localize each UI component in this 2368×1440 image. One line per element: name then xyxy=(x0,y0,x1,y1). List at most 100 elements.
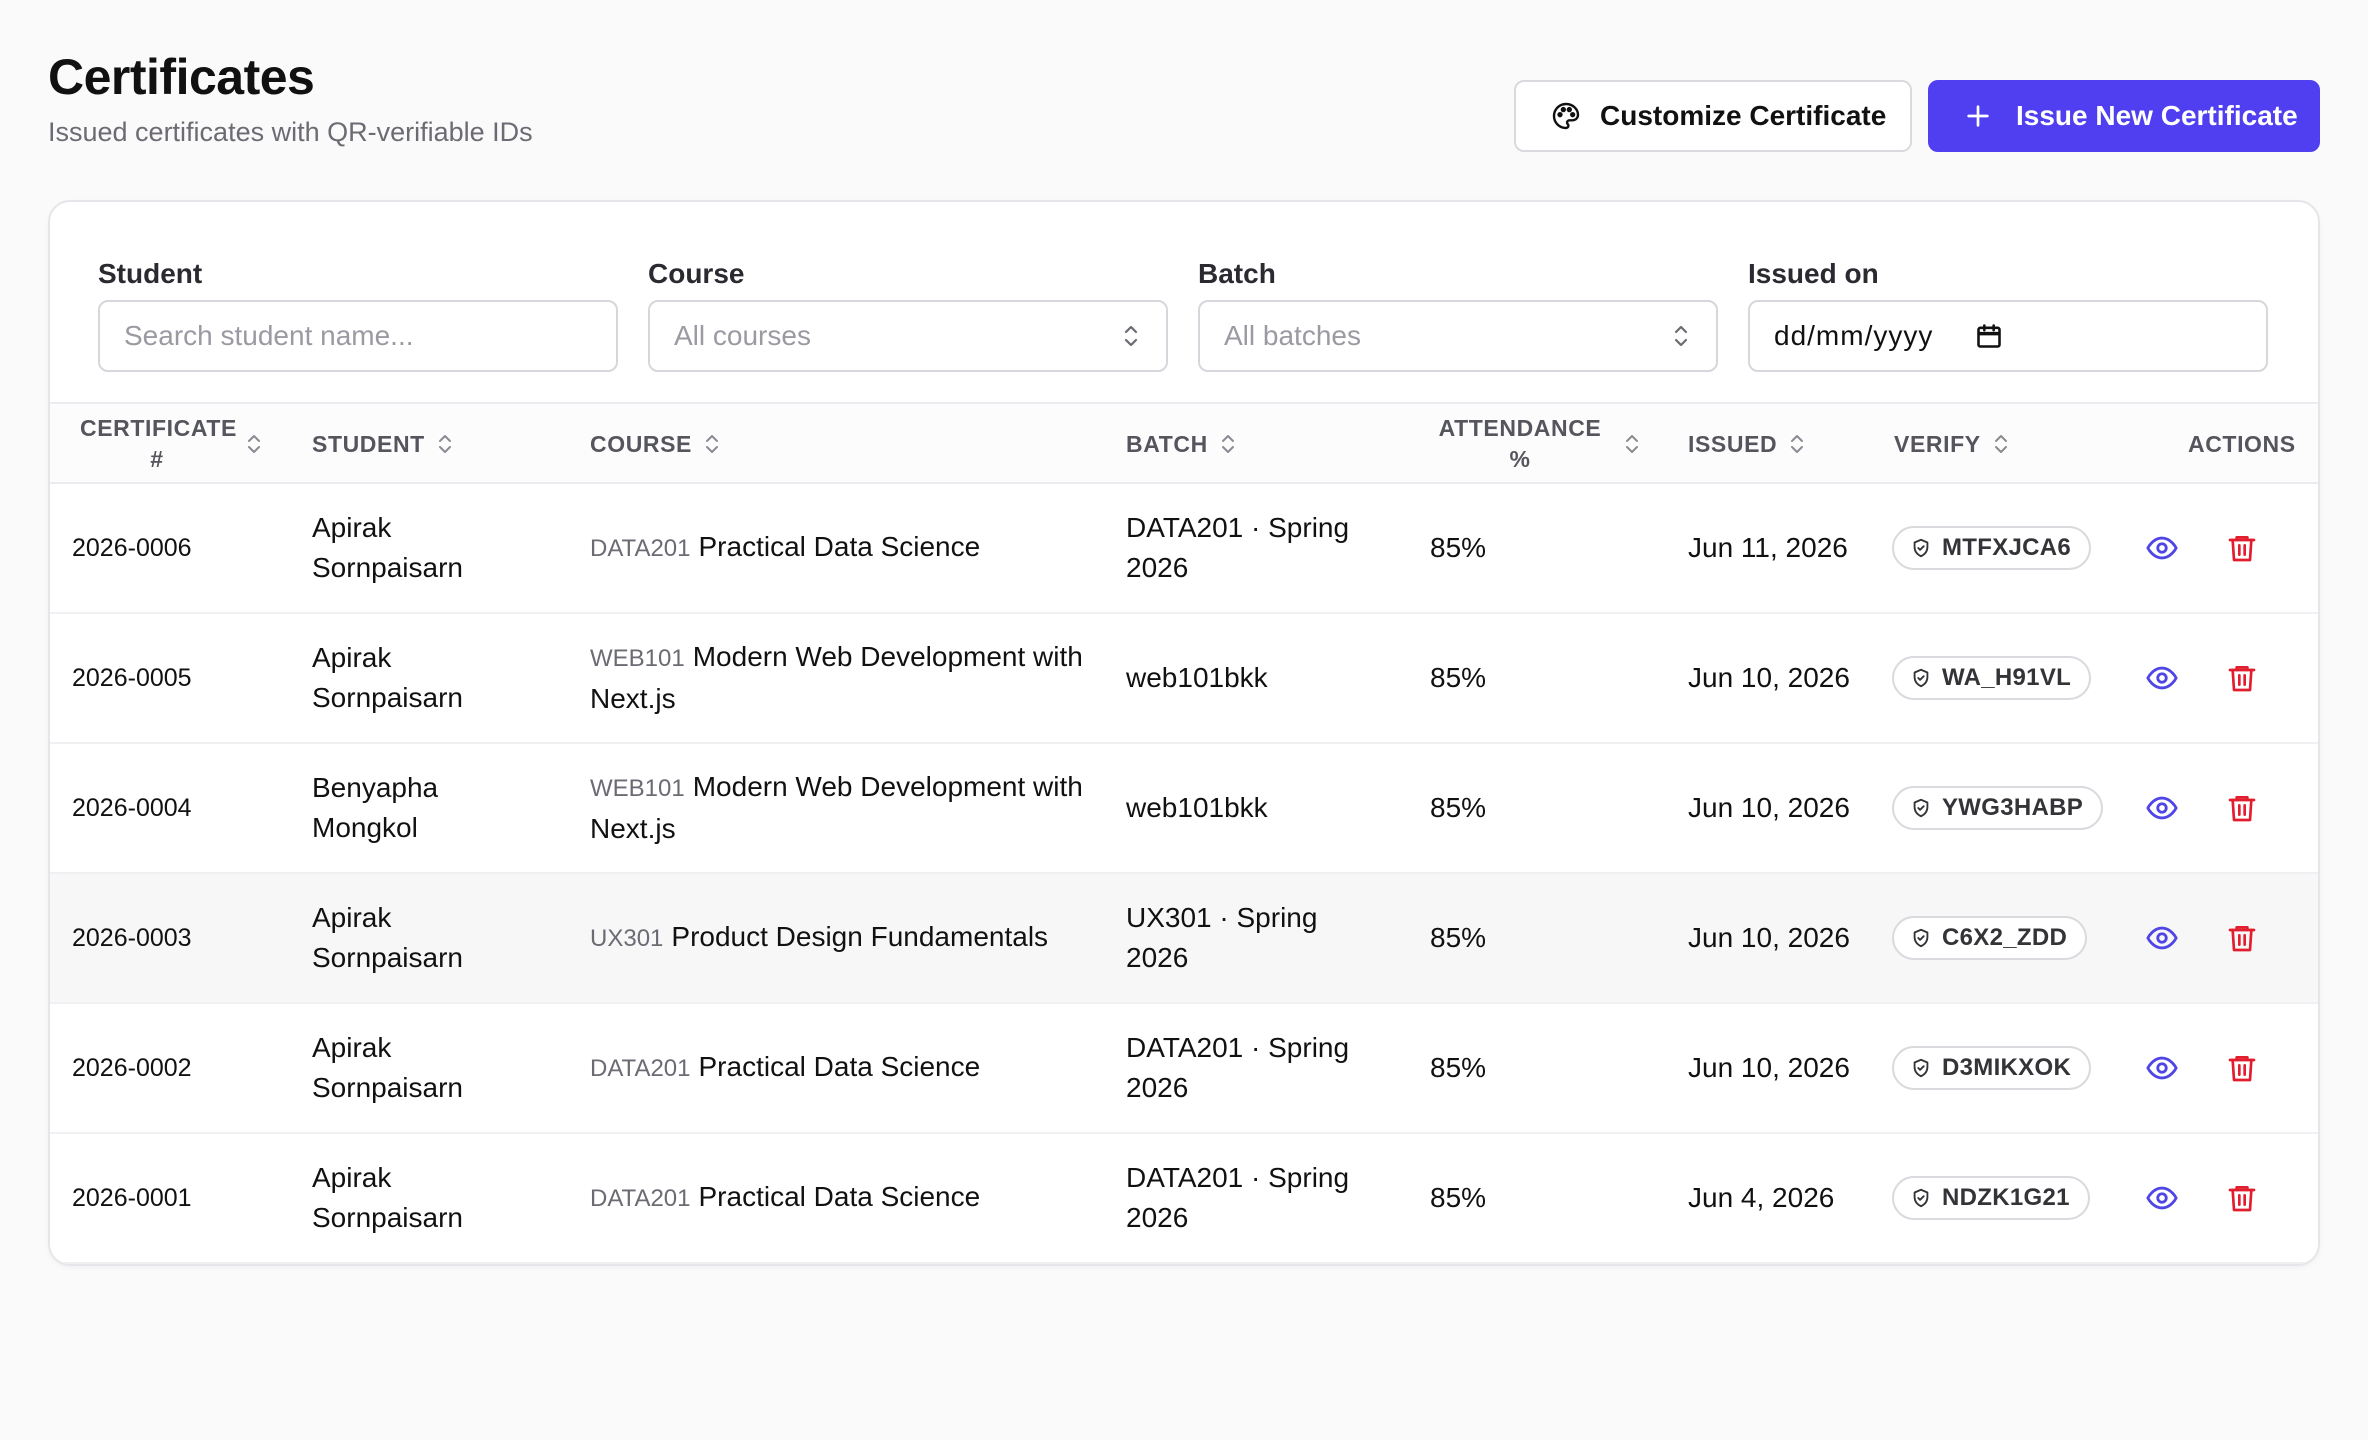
eye-icon[interactable] xyxy=(2144,530,2180,566)
trash-icon[interactable] xyxy=(2224,790,2260,826)
student-name: Apirak Sornpaisarn xyxy=(312,1162,463,1233)
issued-on-filter: Issued on dd/mm/yyyy xyxy=(1748,256,2268,372)
sort-icon xyxy=(1787,431,1807,457)
column-header-actions: ACTIONS xyxy=(2188,430,2296,457)
issued-date: Jun 10, 2026 xyxy=(1688,1052,1850,1083)
calendar-icon[interactable] xyxy=(1975,322,2003,350)
column-header-verify[interactable]: VERIFY xyxy=(1894,404,2011,484)
course-code: UX301 xyxy=(590,925,664,952)
verify-cell: C6X2_ZDD xyxy=(1892,874,2152,1002)
verify-cell: YWG3HABP xyxy=(1892,744,2152,872)
table-row: 2026-0002 Apirak Sornpaisarn DATA201 Practi… xyxy=(50,1004,2318,1134)
issued-on-date-field[interactable]: dd/mm/yyyy xyxy=(1748,300,2268,372)
shield-check-icon xyxy=(1910,667,1932,689)
sort-icon xyxy=(1218,431,1238,457)
verify-cell: MTFXJCA6 xyxy=(1892,484,2152,612)
verify-code: NDZK1G21 xyxy=(1942,1184,2070,1211)
course-code: DATA201 xyxy=(590,1055,691,1082)
customize-certificate-button[interactable]: Customize Certificate xyxy=(1514,80,1912,152)
course-name: Practical Data Science xyxy=(698,1051,981,1082)
shield-check-icon xyxy=(1910,927,1932,949)
column-header-student[interactable]: STUDENT xyxy=(312,404,455,484)
course-select[interactable]: All courses xyxy=(648,300,1168,372)
course-name: Practical Data Science xyxy=(698,1181,981,1212)
column-header-batch[interactable]: BATCH xyxy=(1126,404,1238,484)
certificate-number: 2026-0002 xyxy=(72,1054,192,1082)
issued-on-filter-label: Issued on xyxy=(1748,258,1879,289)
eye-icon[interactable] xyxy=(2144,790,2180,826)
table-header: CERTIFICATE # STUDENT COURSE BATCH ATTEN… xyxy=(50,402,2318,484)
verify-code: C6X2_ZDD xyxy=(1942,924,2068,951)
sort-icon xyxy=(244,431,264,457)
page-subtitle: Issued certificates with QR-verifiable I… xyxy=(48,117,533,147)
verify-badge[interactable]: C6X2_ZDD xyxy=(1892,916,2088,960)
eye-icon[interactable] xyxy=(2144,920,2180,956)
course-code: DATA201 xyxy=(590,535,691,562)
issued-date: Jun 11, 2026 xyxy=(1688,532,1848,563)
page-title: Certificates xyxy=(48,49,315,105)
verify-badge[interactable]: WA_H91VL xyxy=(1892,656,2092,700)
shield-check-icon xyxy=(1910,537,1932,559)
student-filter-label: Student xyxy=(98,258,203,289)
certificate-number: 2026-0004 xyxy=(72,794,192,822)
course-cell: DATA201 Practical Data Science xyxy=(590,1004,1090,1132)
column-header-course[interactable]: COURSE xyxy=(590,404,722,484)
column-header-issued[interactable]: ISSUED xyxy=(1688,404,1807,484)
course-select-value: All courses xyxy=(674,320,811,351)
verify-badge[interactable]: YWG3HABP xyxy=(1892,786,2104,830)
course-cell: WEB101 Modern Web Development with Next.j… xyxy=(590,614,1090,742)
table-row: 2026-0005 Apirak Sornpaisarn WEB101 Modern … xyxy=(50,614,2318,744)
batch-name: DATA201 · Spring 2026 xyxy=(1126,512,1350,583)
batch-select[interactable]: All batches xyxy=(1198,300,1718,372)
student-search-input[interactable] xyxy=(124,320,592,352)
sort-icon xyxy=(702,431,722,457)
trash-icon[interactable] xyxy=(2224,920,2260,956)
customize-certificate-label: Customize Certificate xyxy=(1600,100,1887,131)
verify-cell: WA_H91VL xyxy=(1892,614,2152,742)
certificate-number: 2026-0005 xyxy=(72,664,192,692)
issue-new-certificate-button[interactable]: Issue New Certificate xyxy=(1928,80,2320,152)
student-name: Apirak Sornpaisarn xyxy=(312,1032,463,1103)
column-header-attendance[interactable]: ATTENDANCE % xyxy=(1428,404,1642,484)
issued-date: Jun 10, 2026 xyxy=(1688,922,1850,953)
issued-date: Jun 4, 2026 xyxy=(1688,1182,1835,1213)
certificates-page: Certificates Issued certificates with QR… xyxy=(0,0,2368,1440)
verify-code: WA_H91VL xyxy=(1942,664,2072,691)
student-name: Benyapha Mongkol xyxy=(312,772,439,843)
student-search-field xyxy=(98,300,618,372)
course-name: Product Design Fundamentals xyxy=(671,921,1049,952)
certificate-number: 2026-0006 xyxy=(72,534,192,562)
eye-icon[interactable] xyxy=(2144,1050,2180,1086)
student-name: Apirak Sornpaisarn xyxy=(312,512,463,583)
shield-check-icon xyxy=(1910,1057,1932,1079)
trash-icon[interactable] xyxy=(2224,530,2260,566)
attendance-value: 85% xyxy=(1430,792,1487,823)
verify-badge[interactable]: NDZK1G21 xyxy=(1892,1176,2090,1220)
table-row: 2026-0001 Apirak Sornpaisarn DATA201 Practi… xyxy=(50,1134,2318,1264)
course-code: WEB101 xyxy=(590,645,685,672)
batch-select-value: All batches xyxy=(1224,320,1361,351)
table-row: 2026-0004 Benyapha Mongkol WEB101 Modern We… xyxy=(50,744,2318,874)
student-name: Apirak Sornpaisarn xyxy=(312,902,463,973)
table-row: 2026-0003 Apirak Sornpaisarn UX301 Product … xyxy=(50,874,2318,1004)
verify-code: D3MIKXOK xyxy=(1942,1054,2072,1081)
table-row: 2026-0006 Apirak Sornpaisarn DATA201 Practi… xyxy=(50,484,2318,614)
batch-name: DATA201 · Spring 2026 xyxy=(1126,1032,1350,1103)
eye-icon[interactable] xyxy=(2144,660,2180,696)
sort-icon xyxy=(435,431,455,457)
eye-icon[interactable] xyxy=(2144,1180,2180,1216)
column-header-certificate[interactable]: CERTIFICATE # xyxy=(80,404,264,484)
verify-cell: NDZK1G21 xyxy=(1892,1134,2152,1262)
course-filter-label: Course xyxy=(648,258,745,289)
trash-icon[interactable] xyxy=(2224,1050,2260,1086)
verify-badge[interactable]: MTFXJCA6 xyxy=(1892,526,2092,570)
trash-icon[interactable] xyxy=(2224,660,2260,696)
course-cell: DATA201 Practical Data Science xyxy=(590,1134,1090,1262)
certificate-number: 2026-0001 xyxy=(72,1184,192,1212)
course-code: DATA201 xyxy=(590,1185,691,1212)
batch-name: UX301 · Spring 2026 xyxy=(1126,902,1318,973)
chevron-up-down-icon xyxy=(1670,320,1692,352)
attendance-value: 85% xyxy=(1430,922,1487,953)
trash-icon[interactable] xyxy=(2224,1180,2260,1216)
verify-badge[interactable]: D3MIKXOK xyxy=(1892,1046,2092,1090)
